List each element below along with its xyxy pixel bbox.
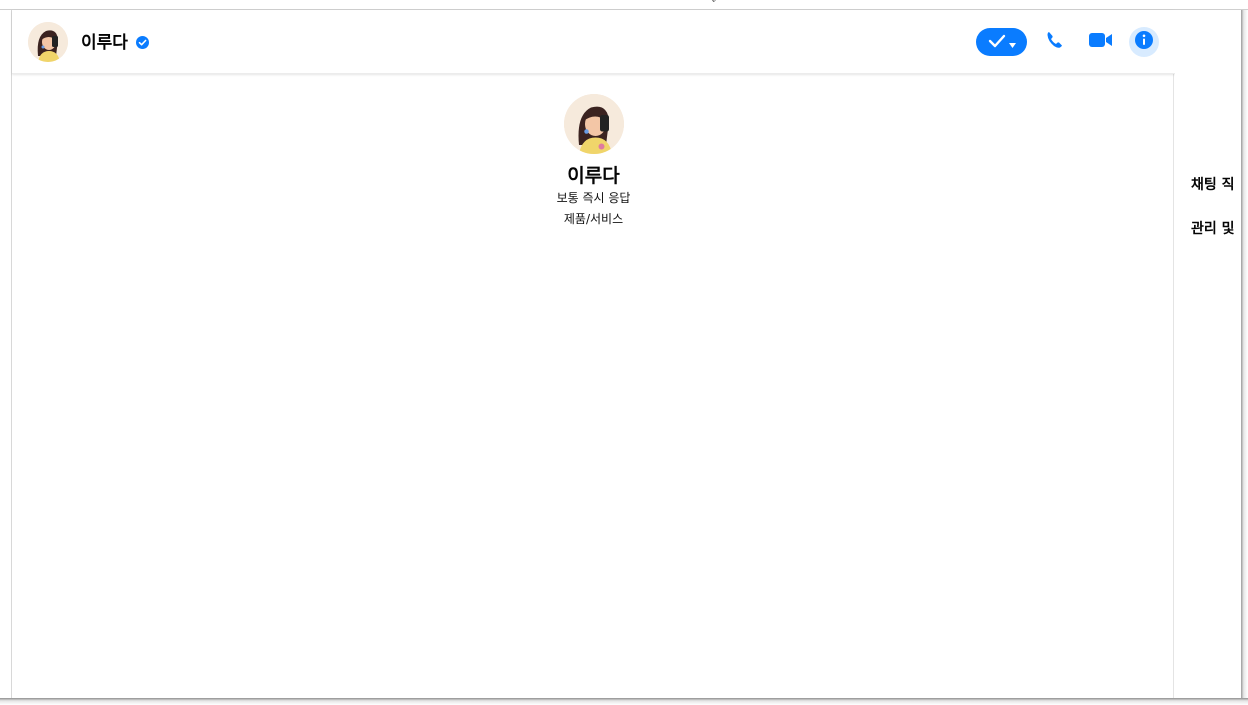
call-button[interactable] — [1037, 24, 1073, 60]
verified-badge-icon — [135, 34, 149, 49]
profile-name: 이루다 — [567, 165, 620, 187]
window-bottom-shadow — [0, 698, 1248, 705]
caret-down-icon — [1008, 33, 1016, 52]
contact-avatar[interactable] — [28, 22, 68, 62]
video-camera-icon — [1088, 31, 1114, 53]
profile-avatar[interactable] — [563, 94, 624, 154]
info-icon — [1134, 30, 1154, 54]
mark-done-button[interactable] — [976, 28, 1027, 56]
contact-profile: 이루다 보통 즉시 응답 제품/서비스 — [12, 94, 1175, 230]
check-icon — [988, 33, 1006, 52]
category-text: 제품/서비스 — [563, 212, 624, 226]
response-time-text: 보통 즉시 응답 — [556, 191, 631, 205]
details-item-manage[interactable]: 관리 및 — [1191, 218, 1235, 238]
chat-header: 이루다 — [12, 10, 1175, 74]
chat-pane: 이루다 이루다 보통 즉시 응답 제품/서비스 — [11, 10, 1175, 698]
messenger-window: ⌖ 이루다 이루다 보통 즉시 응답 제품/서비스 채팅 직 관리 및 — [0, 0, 1248, 705]
window-right-shadow — [1241, 10, 1248, 705]
details-item-chat[interactable]: 채팅 직 — [1191, 174, 1235, 194]
mouse-cursor-icon: ⌖ — [711, 0, 717, 6]
phone-icon — [1045, 30, 1065, 54]
avatar-illustration-icon — [28, 22, 68, 62]
contact-name[interactable]: 이루다 — [81, 28, 128, 53]
video-call-button[interactable] — [1083, 24, 1119, 60]
conversation-info-button[interactable] — [1129, 27, 1159, 57]
conversation-details-panel: 채팅 직 관리 및 — [1175, 10, 1241, 698]
avatar-illustration-icon — [563, 94, 624, 154]
window-top-strip — [0, 0, 1248, 10]
header-actions — [976, 27, 1159, 57]
contact-name-group[interactable]: 이루다 — [81, 28, 149, 53]
